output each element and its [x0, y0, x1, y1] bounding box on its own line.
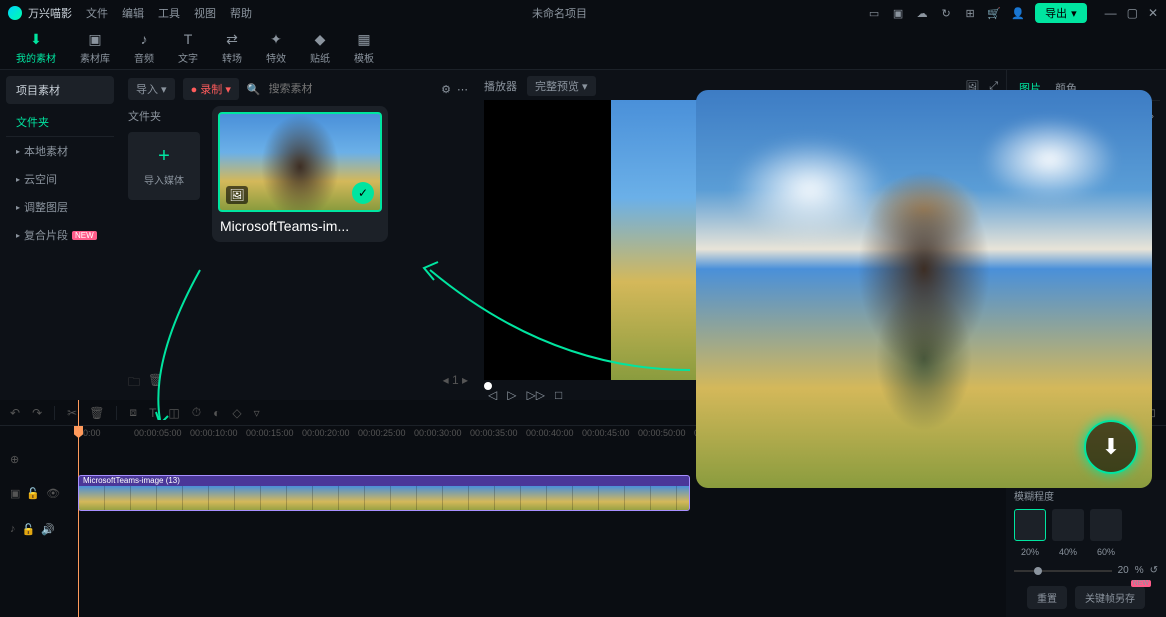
plus-icon: + — [158, 145, 170, 168]
audio-track: ♪ 🔓 🔊 — [0, 518, 1166, 540]
title-bar: 万兴喵影 文件 编辑 工具 视图 帮助 未命名项目 ▭ ▣ ☁ ↻ ⊞ 🛒 👤 … — [0, 0, 1166, 26]
sidebar-item-cloud[interactable]: 云空间 — [6, 165, 114, 193]
delete-icon[interactable]: 🗑 — [89, 406, 104, 420]
save-icon[interactable]: ▣ — [891, 6, 905, 20]
blur-preset-3[interactable] — [1090, 509, 1122, 541]
sparkle-icon: ✦ — [267, 30, 285, 48]
menu-view[interactable]: 视图 — [194, 5, 216, 21]
new-folder-icon[interactable]: 🗀 — [128, 373, 140, 394]
app-logo-icon — [8, 6, 22, 20]
blur-preset-2[interactable] — [1052, 509, 1084, 541]
cart-icon[interactable]: 🛒 — [987, 6, 1001, 20]
music-icon: ♪ — [135, 30, 153, 48]
preview-ratio-select[interactable]: 完整预览 ▾ — [527, 76, 596, 96]
search-input[interactable] — [269, 83, 434, 95]
app-name: 万兴喵影 — [28, 5, 72, 21]
filter-icon[interactable]: ⚙ — [441, 83, 451, 96]
redo-icon[interactable]: ↷ — [32, 406, 42, 420]
more-icon[interactable]: ⋯ — [457, 83, 468, 96]
pager-icon[interactable]: ◂ 1 ▸ — [443, 373, 468, 394]
history-icon[interactable]: ↻ — [939, 6, 953, 20]
player-label: 播放器 — [484, 78, 517, 94]
trash-icon[interactable]: 🗑 — [148, 373, 163, 394]
sidebar-header[interactable]: 项目素材 — [6, 76, 114, 104]
video-track-icon: ▣ — [10, 487, 20, 500]
menu-bar: 文件 编辑 工具 视图 帮助 — [86, 5, 252, 21]
tab-text[interactable]: T文字 — [172, 28, 204, 67]
new-badge: NEW — [72, 231, 97, 240]
marker-icon[interactable]: ▿ — [254, 406, 260, 420]
layout-icon[interactable]: ▭ — [867, 6, 881, 20]
menu-help[interactable]: 帮助 — [230, 5, 252, 21]
import-button[interactable]: 导入 ▾ — [128, 78, 175, 100]
download-button[interactable]: ⬇ — [1084, 420, 1138, 474]
minimize-button[interactable]: — — [1105, 6, 1117, 20]
sidebar-item-adjust[interactable]: 调整图层 — [6, 193, 114, 221]
menu-tools[interactable]: 工具 — [158, 5, 180, 21]
top-tabs: ⬇我的素材 ▣素材库 ♪音频 T文字 ⇄转场 ✦特效 ◆贴纸 ▦模板 — [0, 26, 1166, 70]
text-tool-icon[interactable]: T — [149, 406, 156, 420]
split-icon[interactable]: ⧈ — [129, 405, 137, 420]
tab-stickers[interactable]: ◆贴纸 — [304, 28, 336, 67]
blur-slider[interactable]: 20 % ↺ — [1014, 565, 1158, 576]
project-title: 未命名项目 — [252, 5, 867, 21]
tab-stock[interactable]: ▣素材库 — [74, 28, 116, 67]
overlay-preview-image: ⬇ — [696, 90, 1152, 488]
lock-icon[interactable]: 🔓 — [26, 487, 40, 500]
download-icon: ⬇ — [27, 30, 45, 48]
user-icon[interactable]: 👤 — [1011, 6, 1025, 20]
check-icon: ✓ — [352, 182, 374, 204]
media-thumb-name: MicrosoftTeams-im... — [218, 212, 382, 236]
timeline-clip[interactable]: MicrosoftTeams-image (13) — [78, 475, 690, 511]
sticker-icon: ◆ — [311, 30, 329, 48]
clip-label: MicrosoftTeams-image (13) — [79, 476, 689, 486]
export-button[interactable]: 导出▾ — [1035, 3, 1087, 23]
keyframe-save-button[interactable]: 关键帧另存 NEW — [1075, 586, 1145, 609]
speed-icon[interactable]: ⏱ — [192, 405, 201, 420]
grid-icon[interactable]: ⊞ — [963, 6, 977, 20]
reset-button[interactable]: 重置 — [1027, 586, 1067, 609]
undo-icon[interactable]: ↶ — [10, 406, 20, 420]
cloud-icon[interactable]: ☁ — [915, 6, 929, 20]
sidebar-item-compound[interactable]: 复合片段NEW — [6, 221, 114, 249]
add-track-icon[interactable]: ⊕ — [10, 453, 19, 466]
media-thumb[interactable]: 🖼 ✓ — [218, 112, 382, 212]
lock-icon[interactable]: 🔓 — [22, 523, 36, 536]
tab-audio[interactable]: ♪音频 — [128, 28, 160, 67]
media-sidebar: 项目素材 文件夹 本地素材 云空间 调整图层 复合片段NEW — [0, 70, 120, 400]
template-icon: ▦ — [355, 30, 373, 48]
blur-preset-1[interactable] — [1014, 509, 1046, 541]
box-icon: ▣ — [86, 30, 104, 48]
tab-effects[interactable]: ✦特效 — [260, 28, 292, 67]
import-tile[interactable]: + 导入媒体 — [128, 132, 200, 200]
blur-label: 模糊程度 — [1014, 488, 1158, 503]
record-button[interactable]: ● 录制 ▾ — [183, 78, 239, 100]
mute-icon[interactable]: 🔊 — [41, 523, 55, 536]
sidebar-section: 文件夹 — [6, 108, 114, 137]
sidebar-item-local[interactable]: 本地素材 — [6, 137, 114, 165]
blur-props: 模糊程度 20% 40% 60% 20 % ↺ 重置 关键帧另存 NEW — [1006, 480, 1166, 617]
new-badge: NEW — [1131, 580, 1151, 587]
media-panel: 导入 ▾ ● 录制 ▾ 🔍 ⚙ ⋯ 文件夹 + 导入媒体 🖼 ✓ Microso… — [120, 70, 476, 400]
search-icon: 🔍 — [247, 83, 261, 96]
color-icon[interactable]: ◐ — [213, 406, 220, 420]
close-button[interactable]: ✕ — [1148, 6, 1158, 20]
cut-icon[interactable]: ✂ — [67, 406, 77, 420]
eye-icon[interactable]: 👁 — [46, 487, 60, 500]
media-thumb-tooltip: 🖼 ✓ MicrosoftTeams-im... — [212, 106, 388, 242]
menu-file[interactable]: 文件 — [86, 5, 108, 21]
menu-edit[interactable]: 编辑 — [122, 5, 144, 21]
image-type-icon: 🖼 — [226, 186, 248, 204]
text-icon: T — [179, 30, 197, 48]
tab-my-media[interactable]: ⬇我的素材 — [10, 28, 62, 67]
maximize-button[interactable]: ▢ — [1127, 6, 1138, 20]
keyframe-icon[interactable]: ◇ — [232, 406, 241, 420]
reset-value-icon[interactable]: ↺ — [1150, 565, 1158, 576]
tab-transition[interactable]: ⇄转场 — [216, 28, 248, 67]
transition-icon: ⇄ — [223, 30, 241, 48]
crop-icon[interactable]: ◫ — [168, 406, 179, 420]
audio-track-icon: ♪ — [10, 523, 16, 535]
tab-templates[interactable]: ▦模板 — [348, 28, 380, 67]
